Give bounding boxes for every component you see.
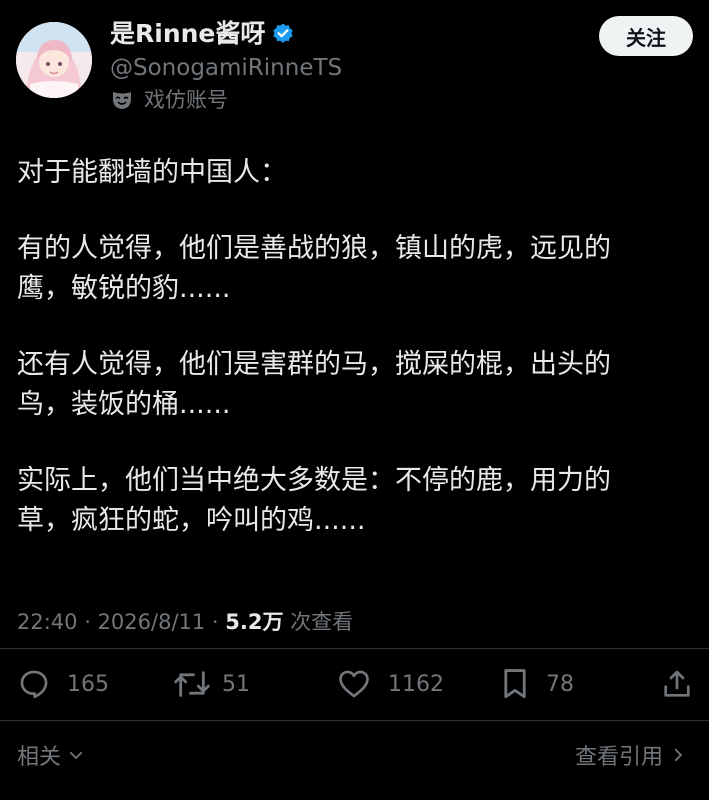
repost-button[interactable]: 51	[172, 662, 250, 706]
views-count[interactable]: 5.2万	[225, 610, 283, 634]
share-icon	[664, 670, 690, 697]
tweet-line: 有的人觉得，他们是善战的狼，镇山的虎，远见的	[17, 233, 611, 264]
bookmark-icon	[504, 669, 526, 699]
divider	[0, 720, 709, 721]
tweet-line: 鸟，装饭的桶......	[17, 389, 231, 420]
reply-button[interactable]: 165	[17, 662, 109, 706]
tweet-paragraph: 还有人觉得，他们是害群的马，搅屎的棍，出头的 鸟，装饭的桶......	[17, 345, 697, 425]
reply-icon	[20, 670, 48, 699]
action-bar: 165 51 1162 78	[17, 662, 693, 706]
parody-label: 戏仿账号	[110, 85, 342, 115]
view-quotes-label: 查看引用	[574, 745, 663, 770]
user-handle[interactable]: @SonogamiRinneTS	[110, 53, 342, 83]
view-quotes-link[interactable]: 查看引用	[575, 735, 687, 775]
footer-row: 相关 查看引用	[17, 735, 687, 775]
tweet-line: 还有人觉得，他们是害群的马，搅屎的棍，出头的	[17, 349, 611, 380]
heart-icon	[339, 670, 369, 698]
bookmark-button[interactable]: 78	[500, 662, 574, 706]
follow-button[interactable]: 关注	[599, 16, 693, 56]
verified-badge-icon	[273, 23, 294, 43]
parody-label-text: 戏仿账号	[144, 88, 228, 112]
tweet-line: 鹰，敏锐的豹......	[17, 273, 231, 304]
chevron-right-icon	[674, 748, 682, 762]
related-label: 相关	[17, 745, 62, 770]
share-button[interactable]	[661, 662, 693, 706]
reply-count: 165	[67, 671, 109, 697]
tweet-paragraph: 对于能翻墙的中国人：	[17, 153, 697, 193]
tweet-meta: 22:40 · 2026/8/11 · 5.2万 次查看	[17, 605, 353, 639]
tweet-time[interactable]: 22:40	[17, 610, 78, 634]
display-name-row[interactable]: 是Rinne酱呀	[110, 16, 342, 52]
tweet-line: 实际上，他们当中绝大多数是：不停的鹿，用力的	[17, 465, 611, 496]
repost-count: 51	[222, 671, 250, 697]
views-label: 次查看	[283, 610, 354, 634]
like-count: 1162	[388, 671, 444, 697]
avatar-image	[16, 22, 92, 98]
mask-icon	[113, 92, 131, 109]
tweet-paragraph: 有的人觉得，他们是善战的狼，镇山的虎，远见的 鹰，敏锐的豹......	[17, 229, 697, 309]
like-button[interactable]: 1162	[336, 662, 444, 706]
display-name[interactable]: 是Rinne酱呀	[110, 16, 265, 52]
tweet-date[interactable]: 2026/8/11	[98, 610, 206, 634]
tweet-line: 草，疯狂的蛇，吟叫的鸡......	[17, 505, 366, 536]
tweet-line: 对于能翻墙的中国人：	[17, 157, 287, 188]
tweet-header: 是Rinne酱呀 @SonogamiRinneTS 戏仿账号 关注	[16, 16, 693, 112]
avatar[interactable]	[16, 22, 92, 98]
tweet-text: 对于能翻墙的中国人： 有的人觉得，他们是善战的狼，镇山的虎，远见的 鹰，敏锐的豹…	[17, 153, 697, 577]
tweet-paragraph: 实际上，他们当中绝大多数是：不停的鹿，用力的 草，疯狂的蛇，吟叫的鸡......	[17, 461, 697, 541]
meta-separator: ·	[205, 610, 226, 634]
repost-icon	[174, 671, 210, 697]
meta-separator: ·	[77, 610, 98, 634]
chevron-down-icon	[69, 751, 83, 759]
bookmark-count: 78	[546, 671, 574, 697]
related-toggle[interactable]: 相关	[17, 735, 85, 775]
divider	[0, 648, 709, 649]
